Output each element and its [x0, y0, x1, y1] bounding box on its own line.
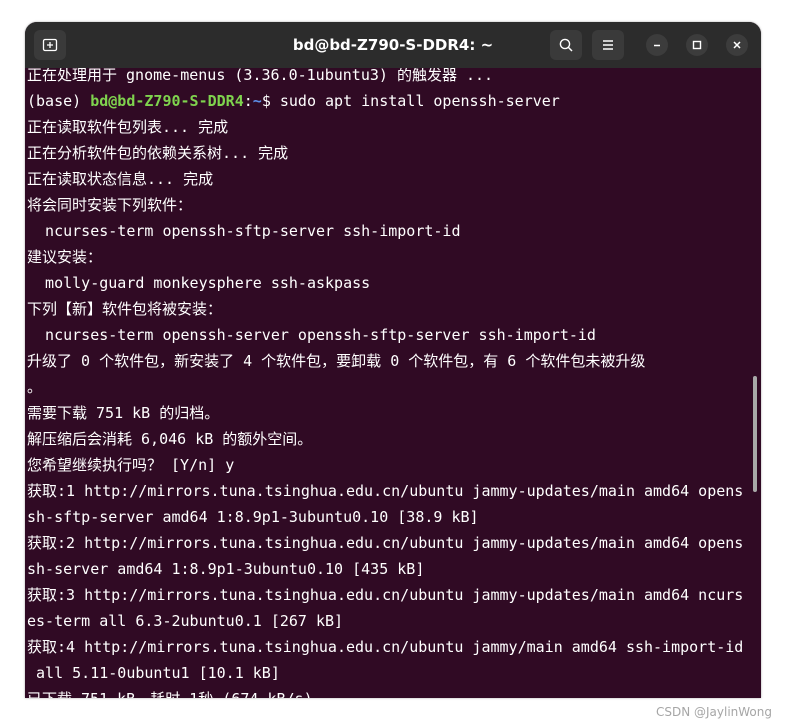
output-line: 获取:4 http://mirrors.tuna.tsinghua.edu.cn…	[27, 638, 744, 656]
new-tab-icon	[42, 38, 58, 52]
prompt-path: ~	[252, 92, 262, 110]
output-line: 已下载 751 kB，耗时 1秒 (674 kB/s)	[27, 686, 747, 698]
output-line: 升级了 0 个软件包，新安装了 4 个软件包，要卸载 0 个软件包，有 6 个软…	[27, 352, 646, 370]
new-tab-button[interactable]	[34, 30, 66, 60]
maximize-icon	[692, 40, 702, 50]
output-line: molly-guard monkeysphere ssh-askpass	[27, 274, 371, 292]
output-line: 解压缩后会消耗 6,046 kB 的额外空间。	[27, 430, 313, 448]
output-line: 正在分析软件包的依赖关系树... 完成	[27, 144, 289, 162]
output-line: all 5.11-0ubuntu1 [10.1 kB]	[27, 664, 280, 682]
output-line: ncurses-term openssh-server openssh-sftp…	[27, 326, 596, 344]
output-line: 正在读取软件包列表... 完成	[27, 118, 229, 136]
output-line: es-term all 6.3-2ubuntu0.1 [267 kB]	[27, 612, 344, 630]
prompt-symbol: $	[261, 92, 280, 110]
prompt-env: (base)	[27, 92, 91, 110]
maximize-button[interactable]	[686, 34, 708, 56]
output-line: 正在处理用于 gnome-menus (3.36.0-1ubuntu3) 的触发…	[27, 68, 494, 84]
output-line: 建议安装：	[27, 248, 103, 266]
menu-button[interactable]	[592, 30, 624, 60]
watermark: CSDN @JaylinWong	[655, 705, 772, 719]
output-line: sh-server amd64 1:8.9p1-3ubuntu0.10 [435…	[27, 560, 425, 578]
terminal-output[interactable]: 正在处理用于 gnome-menus (3.36.0-1ubuntu3) 的触发…	[25, 68, 747, 698]
prompt-line: (base) bd@bd-Z790-S-DDR4:~$ sudo apt ins…	[27, 88, 747, 114]
output-line: 获取:1 http://mirrors.tuna.tsinghua.edu.cn…	[27, 482, 744, 500]
prompt-user-host: bd@bd-Z790-S-DDR4	[90, 92, 244, 110]
output-line: 您希望继续执行吗？ [Y/n] y	[27, 456, 235, 474]
output-line: 下列【新】软件包将被安装：	[27, 300, 223, 318]
search-button[interactable]	[550, 30, 582, 60]
output-line: 获取:3 http://mirrors.tuna.tsinghua.edu.cn…	[27, 586, 744, 604]
minimize-button[interactable]	[646, 34, 668, 56]
title-bar[interactable]: bd@bd-Z790-S-DDR4: ~	[25, 22, 761, 68]
output-line: 获取:2 http://mirrors.tuna.tsinghua.edu.cn…	[27, 534, 744, 552]
minimize-icon	[654, 44, 660, 47]
terminal-lines: 正在处理用于 gnome-menus (3.36.0-1ubuntu3) 的触发…	[27, 68, 747, 698]
scrollbar[interactable]	[753, 376, 757, 492]
output-line: 。	[27, 378, 43, 396]
close-icon	[733, 41, 741, 49]
output-line: 正在读取状态信息... 完成	[27, 170, 214, 188]
output-line: 将会同时安装下列软件：	[27, 196, 193, 214]
output-line: sh-sftp-server amd64 1:8.9p1-3ubuntu0.10…	[27, 508, 479, 526]
terminal-window: bd@bd-Z790-S-DDR4: ~ 正在处理用于 gnome-menus …	[25, 22, 761, 698]
output-line: ncurses-term openssh-sftp-server ssh-imp…	[27, 222, 461, 240]
close-button[interactable]	[726, 34, 748, 56]
hamburger-menu-icon	[603, 40, 613, 50]
prompt-separator: :	[243, 92, 253, 110]
search-icon	[559, 38, 573, 52]
prompt-command: sudo apt install openssh-server	[279, 92, 560, 110]
output-line: 需要下载 751 kB 的归档。	[27, 404, 220, 422]
